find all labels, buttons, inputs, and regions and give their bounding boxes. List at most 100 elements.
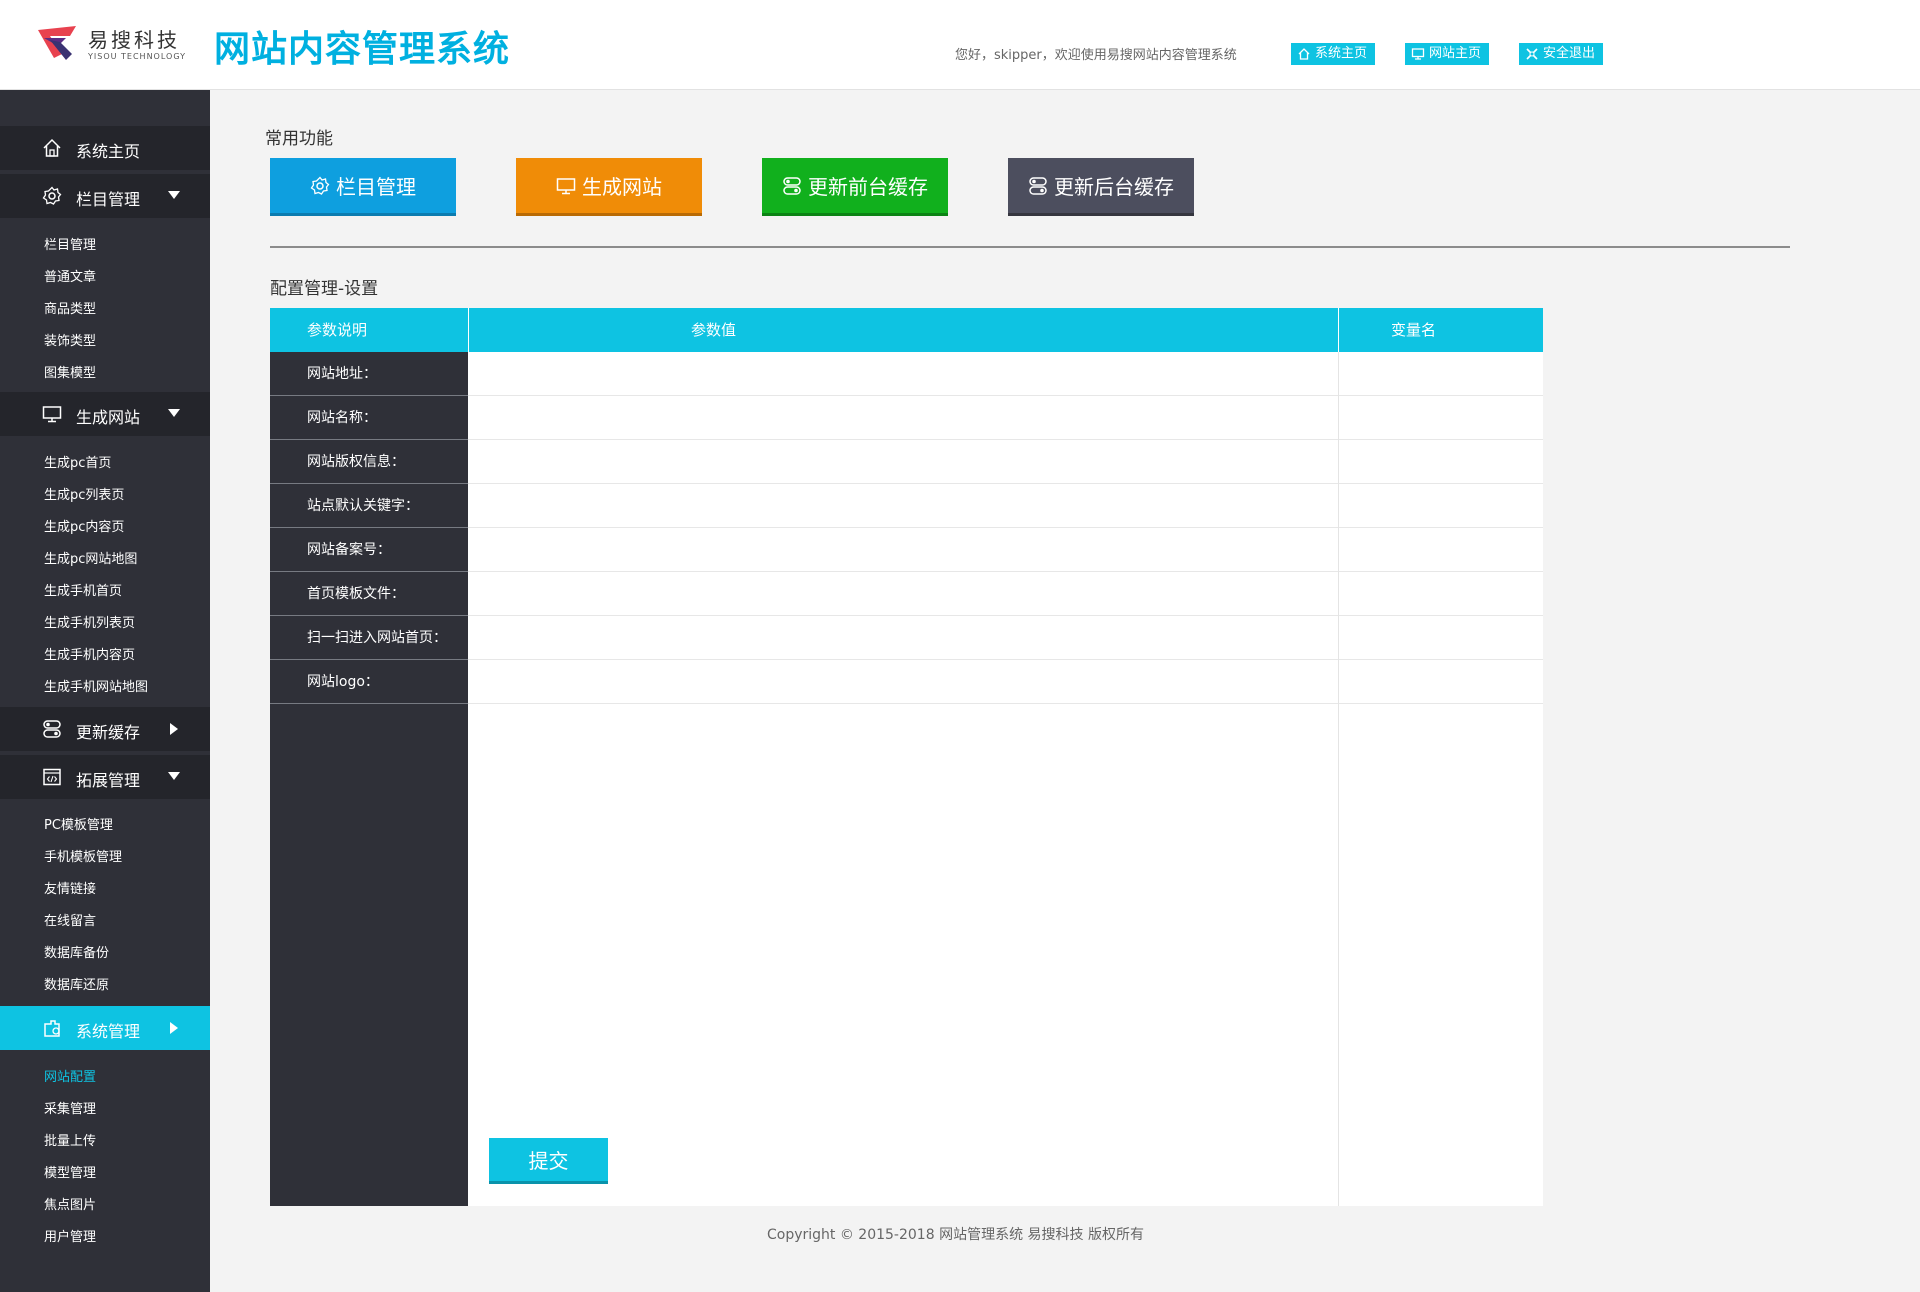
sidebar-subitem[interactable]: 商品类型 xyxy=(44,298,96,317)
sidebar-subitem[interactable]: 装饰类型 xyxy=(44,330,96,349)
sidebar-subitem[interactable]: 生成手机首页 xyxy=(44,580,122,599)
row-var-name xyxy=(1339,572,1543,616)
sidebar-group-generate-site[interactable]: 生成网站 xyxy=(0,392,210,436)
logo-english-text: YISOU TECHNOLOGY xyxy=(88,52,186,61)
row-label: 扫一扫进入网站首页： xyxy=(270,616,468,660)
header-website-label: 网站主页 xyxy=(1429,46,1482,61)
sidebar-subitem[interactable]: 生成pc列表页 xyxy=(44,484,124,503)
header-logout-label: 安全退出 xyxy=(1543,46,1596,61)
row-var-name xyxy=(1339,440,1543,484)
exit-icon xyxy=(1526,48,1538,60)
sidebar-subitem[interactable]: 采集管理 xyxy=(44,1098,96,1117)
sidebar-group-label: 更新缓存 xyxy=(76,723,141,742)
common-functions-title: 常用功能 xyxy=(265,129,333,149)
row-value-field[interactable] xyxy=(468,484,1338,528)
table-row: 扫一扫进入网站首页： xyxy=(270,616,1543,660)
sidebar-subitem[interactable]: 图集模型 xyxy=(44,362,96,381)
sidebar-subitem[interactable]: 用户管理 xyxy=(44,1226,96,1245)
quick-update-back-cache-button[interactable]: 更新后台缓存 xyxy=(1008,158,1194,216)
toggle-icon xyxy=(1029,176,1047,195)
sidebar-item-label: 系统主页 xyxy=(76,142,141,161)
sidebar-group-label: 栏目管理 xyxy=(76,190,141,209)
row-value-field[interactable] xyxy=(468,528,1338,572)
sidebar-group-update-cache[interactable]: 更新缓存 xyxy=(0,707,210,751)
gear-icon xyxy=(42,186,62,205)
logo-chinese-text: 易搜科技 xyxy=(88,28,180,52)
header-logout-link[interactable]: 安全退出 xyxy=(1519,43,1604,65)
sidebar-subitem[interactable]: 普通文章 xyxy=(44,266,96,285)
row-var-name xyxy=(1339,660,1543,704)
row-var-name xyxy=(1339,396,1543,440)
quick-column-management-button[interactable]: 栏目管理 xyxy=(270,158,456,216)
header-home-label: 系统主页 xyxy=(1315,46,1368,61)
sidebar-subitem[interactable]: 模型管理 xyxy=(44,1162,96,1181)
table-row: 网站logo： xyxy=(270,660,1543,704)
sidebar-subitem[interactable]: 生成手机列表页 xyxy=(44,612,135,631)
sidebar-group-extensions[interactable]: 拓展管理 xyxy=(0,755,210,799)
row-label: 网站名称： xyxy=(270,396,468,440)
quick-button-label: 更新前台缓存 xyxy=(808,175,928,199)
row-label: 网站地址： xyxy=(270,352,468,396)
row-value-field[interactable] xyxy=(468,352,1338,396)
row-value-field[interactable] xyxy=(468,660,1338,704)
system-icon xyxy=(44,1020,60,1037)
sidebar-group-label: 拓展管理 xyxy=(76,771,141,790)
header-bar: 易搜科技 YISOU TECHNOLOGY 网站内容管理系统 您好，skippe… xyxy=(0,0,1920,90)
quick-update-front-cache-button[interactable]: 更新前台缓存 xyxy=(762,158,948,216)
code-window-icon xyxy=(43,768,61,786)
welcome-message: 您好，skipper，欢迎使用易搜网站内容管理系统 xyxy=(955,48,1237,63)
sidebar-subitem[interactable]: 生成手机网站地图 xyxy=(44,676,148,695)
chevron-right-icon xyxy=(170,723,178,735)
row-label: 网站版权信息： xyxy=(270,440,468,484)
monitor-icon xyxy=(42,406,62,423)
section-divider xyxy=(270,246,1790,248)
sidebar-subitem[interactable]: 生成pc内容页 xyxy=(44,516,124,535)
gear-icon xyxy=(310,176,330,195)
column-header-param-desc: 参数说明 xyxy=(270,308,468,352)
row-label: 网站备案号： xyxy=(270,528,468,572)
home-icon xyxy=(43,138,61,157)
header-website-link[interactable]: 网站主页 xyxy=(1405,43,1490,65)
sidebar-group-label: 生成网站 xyxy=(76,408,141,427)
sidebar-subitem[interactable]: 生成手机内容页 xyxy=(44,644,135,663)
config-table: 参数说明 参数值 变量名 网站地址： 网站名称： 网站版权信息： 站点默认关键字… xyxy=(270,308,1543,1206)
chevron-right-icon xyxy=(170,1022,178,1034)
submit-button[interactable]: 提交 xyxy=(489,1138,608,1184)
table-row: 网站名称： xyxy=(270,396,1543,440)
sidebar-subitem[interactable]: 焦点图片 xyxy=(44,1194,96,1213)
row-value-field[interactable] xyxy=(468,572,1338,616)
sidebar-subitem[interactable]: 生成pc首页 xyxy=(44,452,111,471)
sidebar: 系统主页 栏目管理 栏目管理 普通文章 商品类型 装饰类型 图集模型 生成网站 … xyxy=(0,90,210,1292)
chevron-down-icon xyxy=(168,772,180,780)
toggle-icon xyxy=(43,720,61,738)
sidebar-item-home[interactable]: 系统主页 xyxy=(0,126,210,170)
row-label: 首页模板文件： xyxy=(270,572,468,616)
chevron-down-icon xyxy=(168,191,180,199)
sidebar-subitem[interactable]: 栏目管理 xyxy=(44,234,96,253)
sidebar-subitem[interactable]: PC模板管理 xyxy=(44,814,113,833)
row-value-field[interactable] xyxy=(468,440,1338,484)
column-header-var-name: 变量名 xyxy=(1338,308,1543,352)
toggle-icon xyxy=(783,176,801,195)
sidebar-subitem[interactable]: 手机模板管理 xyxy=(44,846,122,865)
column-header-param-value: 参数值 xyxy=(468,308,1338,352)
sidebar-subitem[interactable]: 数据库备份 xyxy=(44,942,109,961)
sidebar-group-column-management[interactable]: 栏目管理 xyxy=(0,174,210,218)
sidebar-subitem[interactable]: 友情链接 xyxy=(44,878,96,897)
table-row: 网站地址： xyxy=(270,352,1543,396)
sidebar-subitem[interactable]: 生成pc网站地图 xyxy=(44,548,137,567)
header-home-link[interactable]: 系统主页 xyxy=(1291,43,1376,65)
logo-mark-icon xyxy=(38,26,76,60)
sidebar-subitem-active[interactable]: 网站配置 xyxy=(44,1066,96,1085)
row-var-name xyxy=(1339,616,1543,660)
row-label: 站点默认关键字： xyxy=(270,484,468,528)
row-value-field[interactable] xyxy=(468,616,1338,660)
quick-generate-site-button[interactable]: 生成网站 xyxy=(516,158,702,216)
row-value-field[interactable] xyxy=(468,396,1338,440)
table-row: 站点默认关键字： xyxy=(270,484,1543,528)
sidebar-group-system-management[interactable]: 系统管理 xyxy=(0,1006,210,1050)
sidebar-subitem[interactable]: 批量上传 xyxy=(44,1130,96,1149)
chevron-down-icon xyxy=(168,409,180,417)
sidebar-subitem[interactable]: 在线留言 xyxy=(44,910,96,929)
sidebar-subitem[interactable]: 数据库还原 xyxy=(44,974,109,993)
